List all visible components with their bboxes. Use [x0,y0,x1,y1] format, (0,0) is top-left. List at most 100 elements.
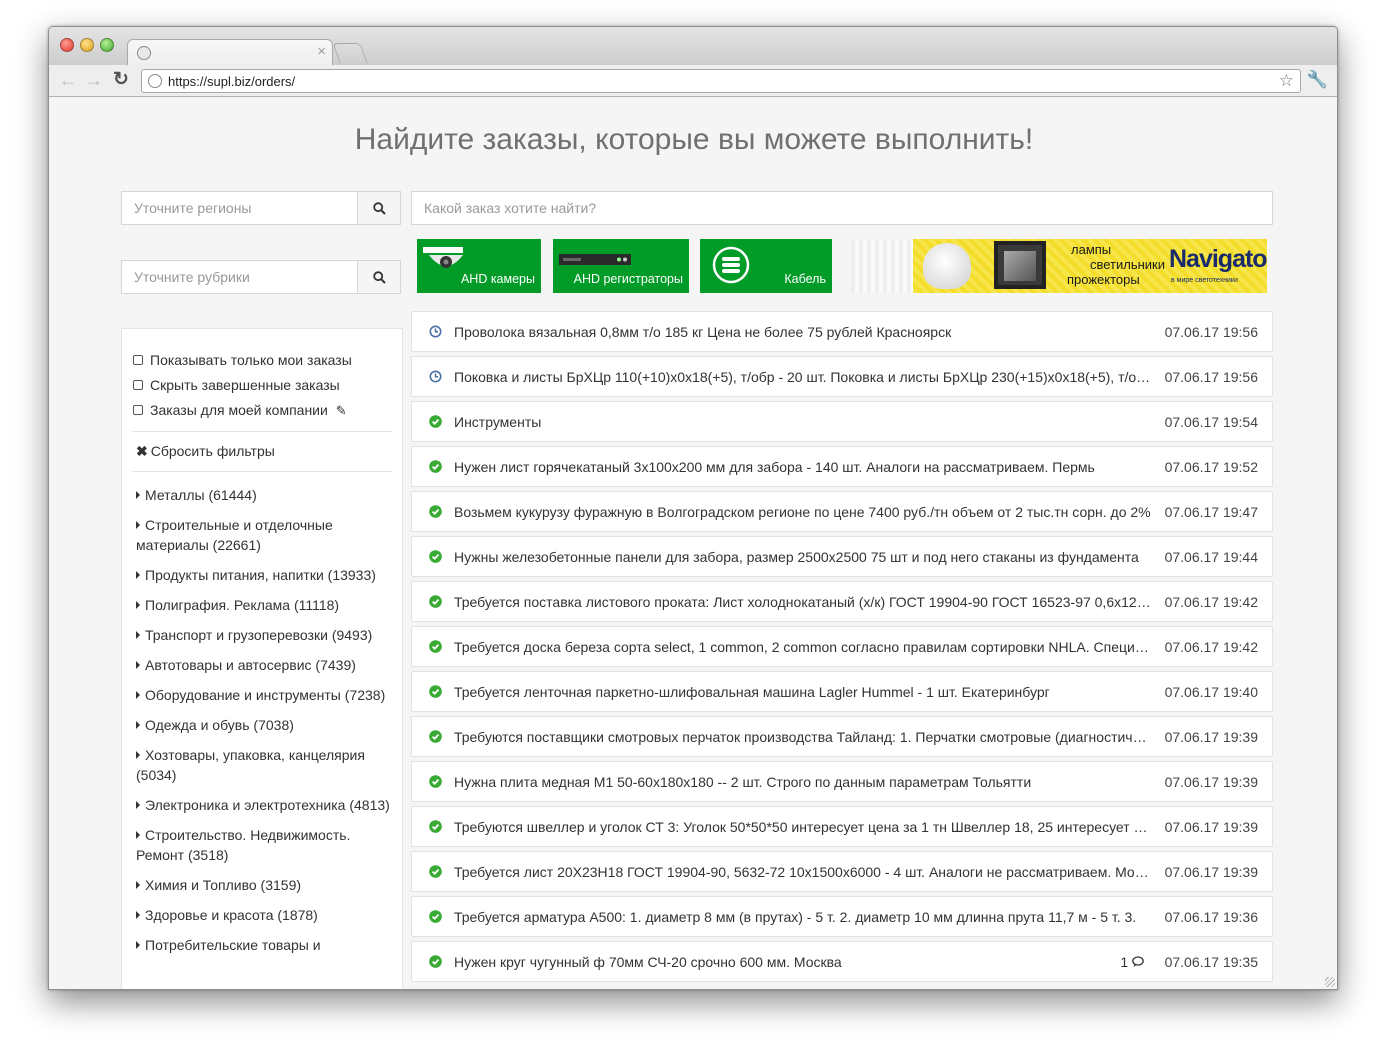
order-row[interactable]: Инструменты 07.06.17 19:54 [411,401,1273,442]
order-date: 07.06.17 19:36 [1164,909,1258,925]
checkbox[interactable] [133,405,143,415]
new-tab-button[interactable] [332,43,368,63]
close-tab-icon[interactable]: × [317,43,326,60]
category-item[interactable]: Потребительские товары и [136,935,392,955]
banner-ahd-cameras[interactable]: AHD камеры [417,239,541,293]
order-title[interactable]: Возьмем кукурузу фуражную в Волгоградско… [454,504,1151,520]
banner-cable[interactable]: Кабель [700,239,832,293]
category-item[interactable]: Строительство. Недвижимость. Ремонт (351… [136,825,392,865]
order-row[interactable]: Требуется доска береза сорта select, 1 c… [411,626,1273,667]
banner-ahd-recorders[interactable]: AHD регистраторы [553,239,689,293]
order-title[interactable]: Требуется лист 20Х23Н18 ГОСТ 19904-90, 5… [454,864,1151,880]
category-item[interactable]: Транспорт и грузоперевозки (9493) [136,625,392,645]
order-row[interactable]: Нужен лист горячекатаный 3х100х200 мм дл… [411,446,1273,487]
category-item[interactable]: Металлы (61444) [136,485,392,505]
order-row[interactable]: Требуются поставщики смотровых перчаток … [411,716,1273,757]
order-list: Проволока вязальная 0,8мм т/о 185 кг Цен… [411,311,1273,986]
browser-toolbar: ← → ↻ https://supl.biz/orders/ ☆ 🔧 [49,65,1337,97]
region-search-button[interactable] [357,191,401,225]
dvr-icon [559,254,631,265]
order-row[interactable]: Нужны железобетонные панели для забора, … [411,536,1273,577]
order-title[interactable]: Требуется доска береза сорта select, 1 c… [454,639,1151,655]
order-title[interactable]: Требуются швеллер и уголок СТ 3: Уголок … [454,819,1151,835]
order-row[interactable]: Требуется ленточная паркетно-шлифовальна… [411,671,1273,712]
ad-slogan: в мире светотехники [1171,277,1238,284]
caret-right-icon [136,911,140,919]
category-label: Хозтовары, упаковка, канцелярия (5034) [136,747,365,783]
category-label: Строительство. Недвижимость. Ремонт (351… [136,827,351,863]
category-item[interactable]: Оборудование и инструменты (7238) [136,685,392,705]
reload-icon[interactable]: ↻ [113,70,129,90]
order-row[interactable]: Проволока вязальная 0,8мм т/о 185 кг Цен… [411,311,1273,352]
check-circle-icon [429,955,442,968]
category-label: Одежда и обувь (7038) [145,717,294,733]
bookmark-star-icon[interactable]: ☆ [1279,71,1294,91]
filter-company-orders[interactable]: Заказы для моей компании ✎ [122,398,402,423]
order-title[interactable]: Требуется ленточная паркетно-шлифовальна… [454,684,1151,700]
check-circle-icon [429,640,442,653]
back-arrow-icon[interactable]: ← [59,70,77,90]
category-item[interactable]: Хозтовары, упаковка, канцелярия (5034) [136,745,392,785]
pencil-icon[interactable]: ✎ [336,403,347,418]
address-bar[interactable]: https://supl.biz/orders/ ☆ [141,69,1301,93]
order-title[interactable]: Требуется арматура А500: 1. диаметр 8 мм… [454,909,1151,925]
order-title[interactable]: Нужна плита медная М1 50-60х180х180 -- 2… [454,774,1151,790]
category-item[interactable]: Автотовары и автосервис (7439) [136,655,392,675]
checkbox[interactable] [133,380,143,390]
category-item[interactable]: Продукты питания, напитки (13933) [136,565,392,585]
filter-my-orders[interactable]: Показывать только мои заказы [122,348,402,373]
order-title[interactable]: Нужен круг чугунный ф 70мм СЧ-20 срочно … [454,954,1109,970]
comments-icon [1132,956,1144,967]
order-title[interactable]: Проволока вязальная 0,8мм т/о 185 кг Цен… [454,324,1151,340]
category-item[interactable]: Химия и Топливо (3159) [136,875,392,895]
forward-arrow-icon[interactable]: → [85,70,103,90]
category-item[interactable]: Полиграфия. Реклама (11118) [136,595,392,615]
browser-window: × ← → ↻ https://supl.biz/orders/ ☆ 🔧 Най… [48,26,1338,990]
order-row[interactable]: Нужен круг чугунный ф 70мм СЧ-20 срочно … [411,941,1273,982]
region-search [121,191,401,225]
order-row[interactable]: Требуется лист 20Х23Н18 ГОСТ 19904-90, 5… [411,851,1273,892]
caret-right-icon [136,521,140,529]
order-title[interactable]: Поковка и листы БрХЦр 110(+10)х0х18(+5),… [454,369,1151,385]
wrench-icon[interactable]: 🔧 [1307,70,1328,90]
order-date: 07.06.17 19:52 [1164,459,1258,475]
order-row[interactable]: Требуются швеллер и уголок СТ 3: Уголок … [411,806,1273,847]
category-item[interactable]: Строительные и отделочные материалы (226… [136,515,392,555]
url-text[interactable]: https://supl.biz/orders/ [168,74,295,89]
resize-grip-icon[interactable] [1325,977,1335,987]
close-window-button[interactable] [60,38,74,52]
minimize-window-button[interactable] [80,38,94,52]
order-date: 07.06.17 19:40 [1164,684,1258,700]
reset-filters-link[interactable]: ✖ Сбросить фильтры [122,432,402,463]
category-item[interactable]: Электроника и электротехника (4813) [136,795,392,815]
checkbox[interactable] [133,355,143,365]
category-item[interactable]: Одежда и обувь (7038) [136,715,392,735]
order-search-input[interactable] [412,192,1272,224]
banner-label: AHD камеры [460,272,535,286]
order-row[interactable]: Поковка и листы БрХЦр 110(+10)х0х18(+5),… [411,356,1273,397]
order-date: 07.06.17 19:47 [1164,504,1258,520]
category-item[interactable]: Здоровье и красота (1878) [136,905,392,925]
filter-hide-completed[interactable]: Скрыть завершенные заказы [122,373,402,398]
order-row[interactable]: Возьмем кукурузу фуражную в Волгоградско… [411,491,1273,532]
category-label: Транспорт и грузоперевозки (9493) [145,627,373,643]
order-row[interactable]: Требуется арматура А500: 1. диаметр 8 мм… [411,896,1273,937]
check-circle-icon [429,415,442,428]
order-title[interactable]: Требуются поставщики смотровых перчаток … [454,729,1151,745]
order-title[interactable]: Нужен лист горячекатаный 3х100х200 мм дл… [454,459,1151,475]
check-circle-icon [429,505,442,518]
site-info-icon[interactable] [148,74,162,88]
order-title[interactable]: Нужны железобетонные панели для забора, … [454,549,1151,565]
order-row[interactable]: Требуется поставка листового проката: Ли… [411,581,1273,622]
category-label: Полиграфия. Реклама (11118) [145,597,340,613]
rubric-search-button[interactable] [357,260,401,294]
browser-tab[interactable]: × [127,39,333,66]
order-row[interactable]: Нужна плита медная М1 50-60х180х180 -- 2… [411,761,1273,802]
order-title[interactable]: Требуется поставка листового проката: Ли… [454,594,1151,610]
zoom-window-button[interactable] [100,38,114,52]
navigator-ad-banner[interactable]: лампы светильники прожекторы Navigator в… [851,239,1267,293]
order-title[interactable]: Инструменты [454,414,1151,430]
caret-right-icon [136,661,140,669]
order-date: 07.06.17 19:39 [1164,819,1258,835]
clock-icon [429,370,442,383]
